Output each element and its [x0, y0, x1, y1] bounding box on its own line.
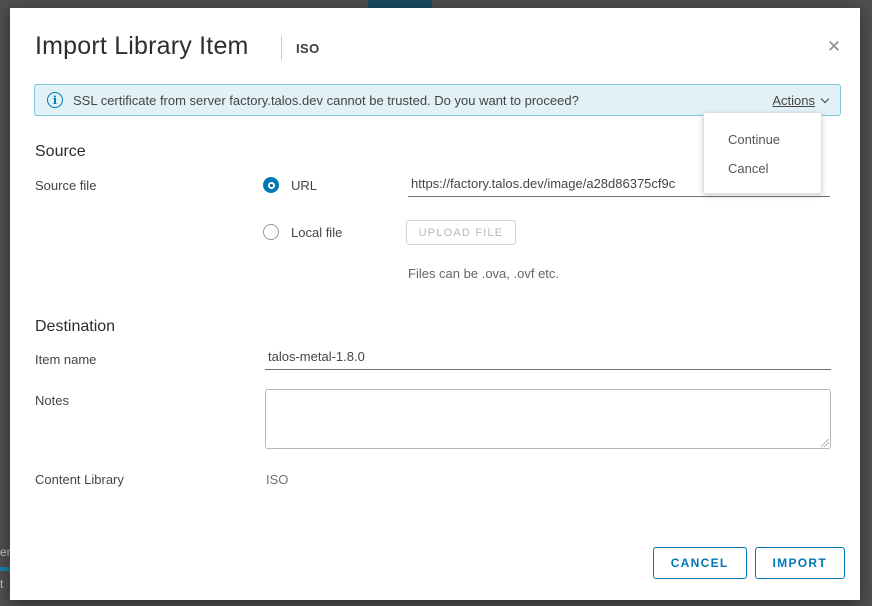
background-page-accent-bar	[368, 0, 432, 8]
dialog-footer: CANCEL IMPORT	[653, 547, 845, 579]
radio-selected-icon[interactable]	[263, 177, 279, 193]
background-page-fragment-line	[0, 567, 10, 571]
background-page-fragment: t	[0, 577, 8, 592]
notes-textarea[interactable]	[265, 389, 831, 449]
ssl-warning-text: SSL certificate from server factory.talo…	[73, 93, 772, 108]
content-library-label: Content Library	[35, 472, 124, 487]
item-name-label: Item name	[35, 352, 96, 367]
info-icon: i	[47, 92, 63, 108]
dialog-subtitle-library-name: ISO	[296, 41, 320, 56]
destination-section-heading: Destination	[35, 318, 115, 336]
actions-menu: Continue Cancel	[703, 112, 822, 194]
dialog-title: Import Library Item	[35, 32, 249, 61]
actions-dropdown-trigger[interactable]: Actions	[772, 93, 828, 108]
import-library-item-dialog: Import Library Item ISO ✕ i SSL certific…	[10, 8, 860, 600]
local-file-radio-option[interactable]: Local file	[263, 224, 342, 240]
url-radio-option[interactable]: URL	[263, 177, 317, 193]
menu-item-cancel[interactable]: Cancel	[704, 154, 821, 183]
upload-file-button[interactable]: UPLOAD FILE	[406, 220, 516, 245]
file-types-hint: Files can be .ova, .ovf etc.	[408, 266, 559, 281]
title-divider	[281, 36, 282, 60]
chevron-down-icon	[821, 94, 829, 102]
notes-label: Notes	[35, 393, 69, 408]
source-file-label: Source file	[35, 178, 96, 193]
menu-item-continue[interactable]: Continue	[704, 125, 821, 154]
close-icon[interactable]: ✕	[821, 34, 847, 60]
background-page-fragment: er	[0, 545, 10, 561]
cancel-button[interactable]: CANCEL	[653, 547, 747, 579]
radio-unselected-icon[interactable]	[263, 224, 279, 240]
content-library-value: ISO	[266, 472, 288, 487]
local-file-radio-label: Local file	[291, 225, 342, 240]
import-button[interactable]: IMPORT	[755, 547, 845, 579]
item-name-input[interactable]	[265, 349, 831, 370]
textarea-resize-handle[interactable]	[821, 439, 829, 447]
actions-label: Actions	[772, 93, 815, 108]
source-section-heading: Source	[35, 143, 86, 161]
url-radio-label: URL	[291, 178, 317, 193]
